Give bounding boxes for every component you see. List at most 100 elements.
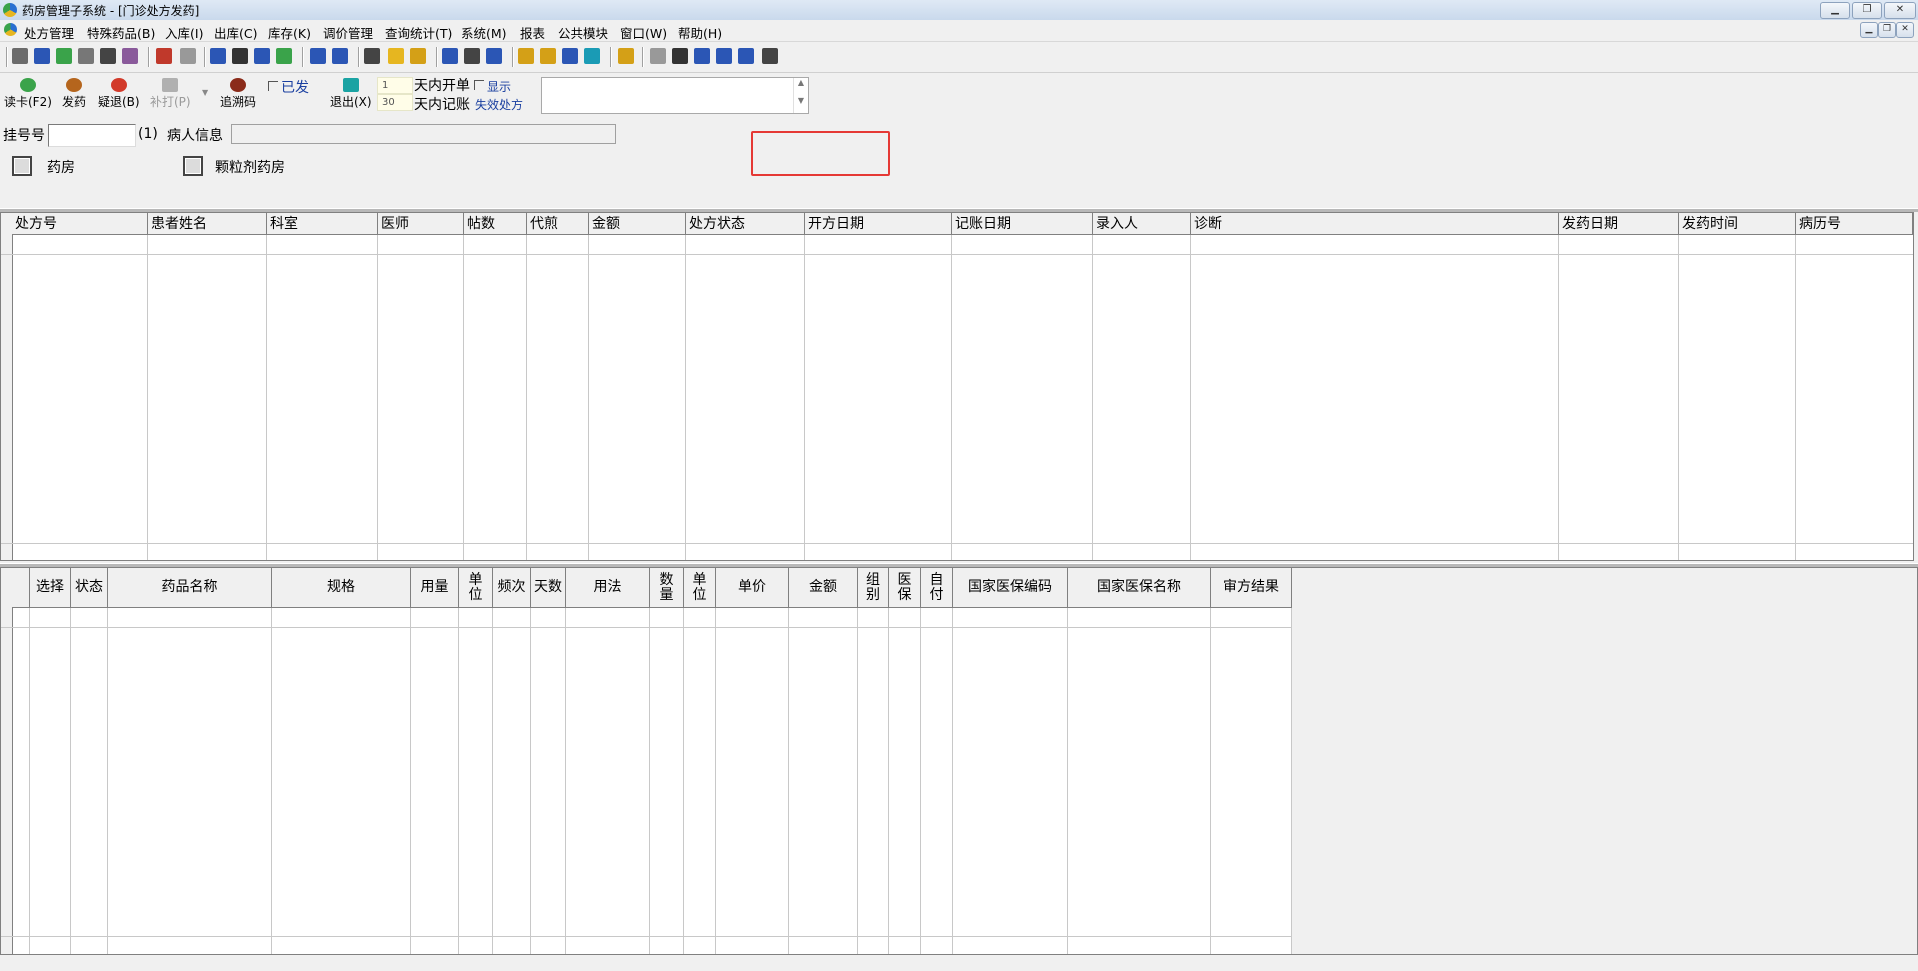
days-open-input[interactable]: 1: [377, 77, 413, 94]
menu-price-adjust[interactable]: 调价管理: [323, 23, 373, 42]
binoculars-icon[interactable]: [100, 48, 116, 64]
col-quantity[interactable]: 数量: [650, 568, 684, 608]
menu-outbound[interactable]: 出库(C): [214, 23, 257, 42]
people-icon[interactable]: [486, 48, 502, 64]
menu-inbound[interactable]: 入库(I): [165, 23, 203, 42]
zoom-icon[interactable]: [672, 48, 688, 64]
memo-textbox[interactable]: ▲ ▼: [541, 77, 809, 114]
dropdown-arrow-icon[interactable]: ▼: [202, 88, 208, 97]
col-national-code[interactable]: 国家医保编码: [953, 568, 1068, 608]
col-usage[interactable]: 用法: [566, 568, 650, 608]
reprint-button[interactable]: 补打(P): [150, 78, 191, 110]
col-spec[interactable]: 规格: [272, 568, 411, 608]
mdi-close-button[interactable]: ✕: [1896, 22, 1914, 38]
split-icon[interactable]: [694, 48, 710, 64]
granule-pharmacy-checkbox[interactable]: [183, 156, 203, 176]
printer-icon[interactable]: [12, 48, 28, 64]
bell-icon[interactable]: [388, 48, 404, 64]
col-review-result[interactable]: 审方结果: [1211, 568, 1292, 608]
clipboard-icon[interactable]: [762, 48, 778, 64]
col-department[interactable]: 科室: [267, 213, 378, 235]
col-amount[interactable]: 金额: [789, 568, 858, 608]
card-icon[interactable]: [180, 48, 196, 64]
menu-public[interactable]: 公共模块: [558, 23, 608, 42]
bottle-icon[interactable]: [34, 48, 50, 64]
menu-window[interactable]: 窗口(W): [620, 23, 667, 42]
return-doubt-button[interactable]: 疑退(B): [98, 78, 140, 110]
col-decoction[interactable]: 代煎: [527, 213, 589, 235]
menu-prescription[interactable]: 处方管理: [24, 23, 74, 42]
show-checkbox[interactable]: 显示: [474, 78, 511, 95]
col-patient-name[interactable]: 患者姓名: [148, 213, 267, 235]
table-row[interactable]: [1, 254, 1913, 255]
col-insurance[interactable]: 医保: [889, 568, 921, 608]
menu-report[interactable]: 报表: [520, 23, 545, 42]
mdi-restore-button[interactable]: ❐: [1878, 22, 1896, 38]
check-icon[interactable]: [56, 48, 72, 64]
open-folder-icon[interactable]: [618, 48, 634, 64]
edit-icon[interactable]: [310, 48, 326, 64]
mdi-minimize-button[interactable]: ▁: [1860, 22, 1878, 38]
restore-button[interactable]: ❐: [1852, 2, 1882, 19]
col-days[interactable]: 天数: [531, 568, 566, 608]
days-bill-input[interactable]: 30: [377, 94, 413, 111]
col-prescribe-date[interactable]: 开方日期: [805, 213, 952, 235]
menu-help[interactable]: 帮助(H): [678, 23, 722, 42]
col-dose-count[interactable]: 帖数: [464, 213, 527, 235]
col-drug-name[interactable]: 药品名称: [108, 568, 272, 608]
table-row[interactable]: [1, 627, 1292, 628]
close-button[interactable]: ✕: [1884, 2, 1916, 19]
col-amount[interactable]: 金额: [589, 213, 686, 235]
col-entered-by[interactable]: 录入人: [1093, 213, 1191, 235]
col-doctor[interactable]: 医师: [378, 213, 464, 235]
col-diagnosis[interactable]: 诊断: [1191, 213, 1559, 235]
calculator-icon[interactable]: [78, 48, 94, 64]
menu-system[interactable]: 系统(M): [461, 23, 507, 42]
exit-button[interactable]: 退出(X): [330, 78, 372, 110]
menu-special-drugs[interactable]: 特殊药品(B): [87, 23, 155, 42]
search-icon[interactable]: [562, 48, 578, 64]
col-unit-price[interactable]: 单价: [716, 568, 789, 608]
export-icon[interactable]: [156, 48, 172, 64]
col-dispense-time[interactable]: 发药时间: [1679, 213, 1796, 235]
col-dosage[interactable]: 用量: [411, 568, 459, 608]
tile-icon[interactable]: [738, 48, 754, 64]
col-select[interactable]: 选择: [30, 568, 71, 608]
table-row[interactable]: [1, 543, 1913, 544]
col-unit-2[interactable]: 单位: [684, 568, 716, 608]
menu-stock[interactable]: 库存(K): [268, 23, 311, 42]
reg-number-input[interactable]: [48, 124, 136, 147]
col-billing-date[interactable]: 记账日期: [952, 213, 1093, 235]
document-list-icon[interactable]: [210, 48, 226, 64]
col-status[interactable]: 处方状态: [686, 213, 805, 235]
window-icon[interactable]: [332, 48, 348, 64]
menu-query[interactable]: 查询统计(T): [385, 23, 452, 42]
memo-scrollbar[interactable]: ▲ ▼: [793, 78, 808, 113]
trace-code-button[interactable]: 追溯码: [220, 78, 256, 110]
cloud-icon[interactable]: [650, 48, 666, 64]
trash-icon[interactable]: [442, 48, 458, 64]
dispensed-checkbox[interactable]: 已发: [268, 77, 309, 97]
key-icon[interactable]: [540, 48, 556, 64]
table-row[interactable]: [1, 936, 1292, 937]
col-group[interactable]: 组别: [858, 568, 889, 608]
col-state[interactable]: 状态: [71, 568, 108, 608]
read-card-button[interactable]: 读卡(F2): [4, 78, 52, 110]
dice-icon[interactable]: [122, 48, 138, 64]
pharmacy-checkbox[interactable]: [12, 156, 32, 176]
col-self-pay[interactable]: 自付: [921, 568, 953, 608]
detail-grid[interactable]: 选择 状态 药品名称 规格 用量 单位 频次 天数 用法 数量 单位 单价 金额…: [0, 567, 1918, 955]
cascade-icon[interactable]: [716, 48, 732, 64]
calendar-icon[interactable]: [584, 48, 600, 64]
handshake-icon[interactable]: [464, 48, 480, 64]
folder-icon[interactable]: [518, 48, 534, 64]
col-dispense-date[interactable]: 发药日期: [1559, 213, 1679, 235]
minimize-button[interactable]: ▁: [1820, 2, 1850, 19]
grid-icon[interactable]: [364, 48, 380, 64]
copy-icon[interactable]: [254, 48, 270, 64]
col-frequency[interactable]: 频次: [493, 568, 531, 608]
prescription-grid[interactable]: 处方号 患者姓名 科室 医师 帖数 代煎 金额 处方状态 开方日期 记账日期 录…: [0, 212, 1914, 561]
col-unit[interactable]: 单位: [459, 568, 493, 608]
col-prescription-no[interactable]: 处方号: [12, 213, 148, 235]
image-icon[interactable]: [410, 48, 426, 64]
